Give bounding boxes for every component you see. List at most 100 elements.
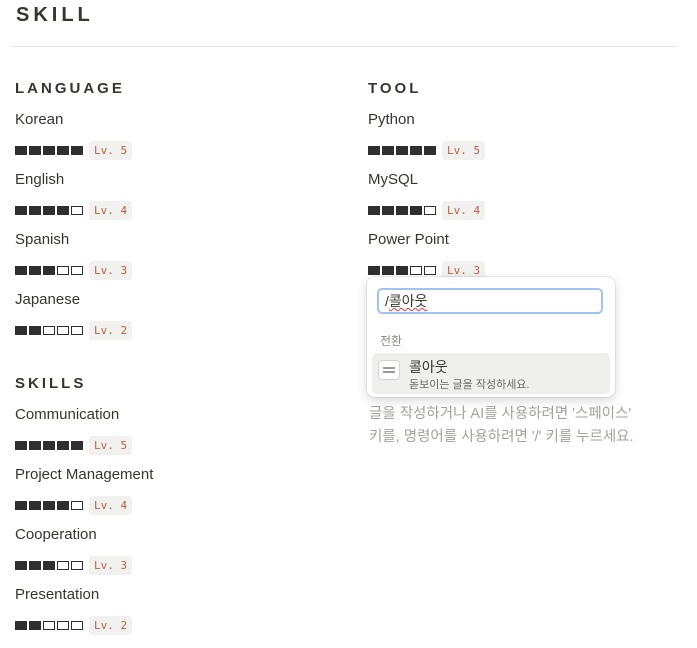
callout-icon-bar bbox=[383, 367, 395, 369]
rating-box-empty bbox=[43, 325, 55, 335]
command-search-input[interactable]: /콜아웃 bbox=[377, 288, 603, 314]
level-badge: Lv. 5 bbox=[89, 140, 133, 160]
callout-icon-bar bbox=[383, 371, 395, 373]
skill-rating[interactable]: Lv. 5 bbox=[368, 140, 486, 160]
rating-box-filled bbox=[396, 265, 408, 275]
rating-box-filled bbox=[368, 265, 380, 275]
skill-name[interactable]: Japanese bbox=[15, 291, 80, 308]
command-menu-popup: /콜아웃 전환 콜아웃 돋보이는 글을 작성하세요. bbox=[367, 277, 615, 397]
skill-rating[interactable]: Lv. 4 bbox=[368, 200, 486, 220]
rating-box-empty bbox=[71, 560, 83, 570]
rating-box-filled bbox=[368, 145, 380, 155]
skill-rating[interactable]: Lv. 4 bbox=[15, 495, 133, 515]
rating-box-empty bbox=[71, 325, 83, 335]
rating-box-empty bbox=[424, 205, 436, 215]
rating-box-empty bbox=[57, 560, 69, 570]
rating-box-filled bbox=[410, 205, 422, 215]
skill-name[interactable]: Project Management bbox=[15, 466, 153, 483]
rating-box-filled bbox=[43, 560, 55, 570]
level-badge: Lv. 2 bbox=[89, 615, 133, 635]
skill-rating[interactable]: Lv. 3 bbox=[15, 555, 133, 575]
skill-name[interactable]: Communication bbox=[15, 406, 119, 423]
level-badge: Lv. 2 bbox=[89, 320, 133, 340]
rating-box-filled bbox=[29, 620, 41, 630]
skill-name[interactable]: Korean bbox=[15, 111, 63, 128]
section-heading-tool: TOOL bbox=[368, 80, 422, 97]
empty-block-placeholder[interactable]: 글을 작성하거나 AI를 사용하려면 '스페이스' 키를, 명령어를 사용하려면… bbox=[369, 403, 689, 449]
rating-box-filled bbox=[15, 265, 27, 275]
rating-box-filled bbox=[43, 440, 55, 450]
level-badge: Lv. 4 bbox=[442, 200, 486, 220]
rating-box-filled bbox=[15, 620, 27, 630]
rating-box-filled bbox=[15, 500, 27, 510]
skill-name[interactable]: MySQL bbox=[368, 171, 418, 188]
rating-box-filled bbox=[396, 205, 408, 215]
rating-box-filled bbox=[29, 265, 41, 275]
rating-box-empty bbox=[57, 265, 69, 275]
rating-box-filled bbox=[368, 205, 380, 215]
rating-box-filled bbox=[15, 560, 27, 570]
rating-box-filled bbox=[29, 205, 41, 215]
placeholder-line-2: 키를, 명령어를 사용하려면 '/' 키를 누르세요. bbox=[369, 429, 634, 445]
rating-box-filled bbox=[382, 265, 394, 275]
rating-box-filled bbox=[57, 500, 69, 510]
rating-box-filled bbox=[15, 205, 27, 215]
command-item-title: 콜아웃 bbox=[409, 359, 448, 375]
rating-box-empty bbox=[424, 265, 436, 275]
skill-rating[interactable]: Lv. 5 bbox=[15, 435, 133, 455]
level-badge: Lv. 3 bbox=[89, 555, 133, 575]
rating-box-filled bbox=[43, 500, 55, 510]
rating-box-empty bbox=[43, 620, 55, 630]
rating-box-filled bbox=[71, 145, 83, 155]
callout-icon bbox=[378, 360, 400, 380]
rating-box-empty bbox=[57, 620, 69, 630]
level-badge: Lv. 4 bbox=[89, 495, 133, 515]
level-badge: Lv. 5 bbox=[89, 435, 133, 455]
command-item-description: 돋보이는 글을 작성하세요. bbox=[409, 379, 530, 391]
rating-box-filled bbox=[57, 145, 69, 155]
level-badge: Lv. 5 bbox=[442, 140, 486, 160]
rating-box-filled bbox=[15, 145, 27, 155]
rating-box-filled bbox=[43, 265, 55, 275]
placeholder-line-1: 글을 작성하거나 AI를 사용하려면 '스페이스' bbox=[369, 406, 632, 422]
rating-box-empty bbox=[71, 620, 83, 630]
page-title: SKILL bbox=[16, 4, 94, 26]
skill-name[interactable]: Power Point bbox=[368, 231, 449, 248]
skill-name[interactable]: Presentation bbox=[15, 586, 99, 603]
rating-box-filled bbox=[29, 145, 41, 155]
rating-box-empty bbox=[57, 325, 69, 335]
rating-box-filled bbox=[382, 145, 394, 155]
skill-rating[interactable]: Lv. 2 bbox=[15, 615, 133, 635]
divider bbox=[11, 46, 677, 47]
skill-name[interactable]: Python bbox=[368, 111, 415, 128]
rating-box-filled bbox=[29, 560, 41, 570]
skill-rating[interactable]: Lv. 5 bbox=[15, 140, 133, 160]
rating-box-filled bbox=[29, 325, 41, 335]
rating-box-filled bbox=[15, 440, 27, 450]
rating-box-filled bbox=[43, 205, 55, 215]
command-item-callout[interactable]: 콜아웃 돋보이는 글을 작성하세요. bbox=[372, 353, 610, 394]
level-badge: Lv. 4 bbox=[89, 200, 133, 220]
command-section-label: 전환 bbox=[380, 334, 403, 348]
rating-box-filled bbox=[57, 440, 69, 450]
skill-name[interactable]: Cooperation bbox=[15, 526, 97, 543]
rating-box-empty bbox=[71, 265, 83, 275]
rating-box-empty bbox=[71, 205, 83, 215]
rating-box-filled bbox=[396, 145, 408, 155]
level-badge: Lv. 3 bbox=[89, 260, 133, 280]
rating-box-filled bbox=[15, 325, 27, 335]
rating-box-filled bbox=[382, 205, 394, 215]
skill-rating[interactable]: Lv. 3 bbox=[15, 260, 133, 280]
skill-rating[interactable]: Lv. 2 bbox=[15, 320, 133, 340]
command-query-text: 콜아웃 bbox=[388, 293, 428, 309]
rating-box-empty bbox=[71, 500, 83, 510]
rating-box-filled bbox=[29, 500, 41, 510]
section-heading-skills: SKILLS bbox=[15, 375, 87, 392]
rating-box-filled bbox=[424, 145, 436, 155]
skill-name[interactable]: English bbox=[15, 171, 64, 188]
skill-rating[interactable]: Lv. 4 bbox=[15, 200, 133, 220]
section-heading-language: LANGUAGE bbox=[15, 80, 125, 97]
rating-box-filled bbox=[43, 145, 55, 155]
skill-name[interactable]: Spanish bbox=[15, 231, 69, 248]
rating-box-empty bbox=[410, 265, 422, 275]
